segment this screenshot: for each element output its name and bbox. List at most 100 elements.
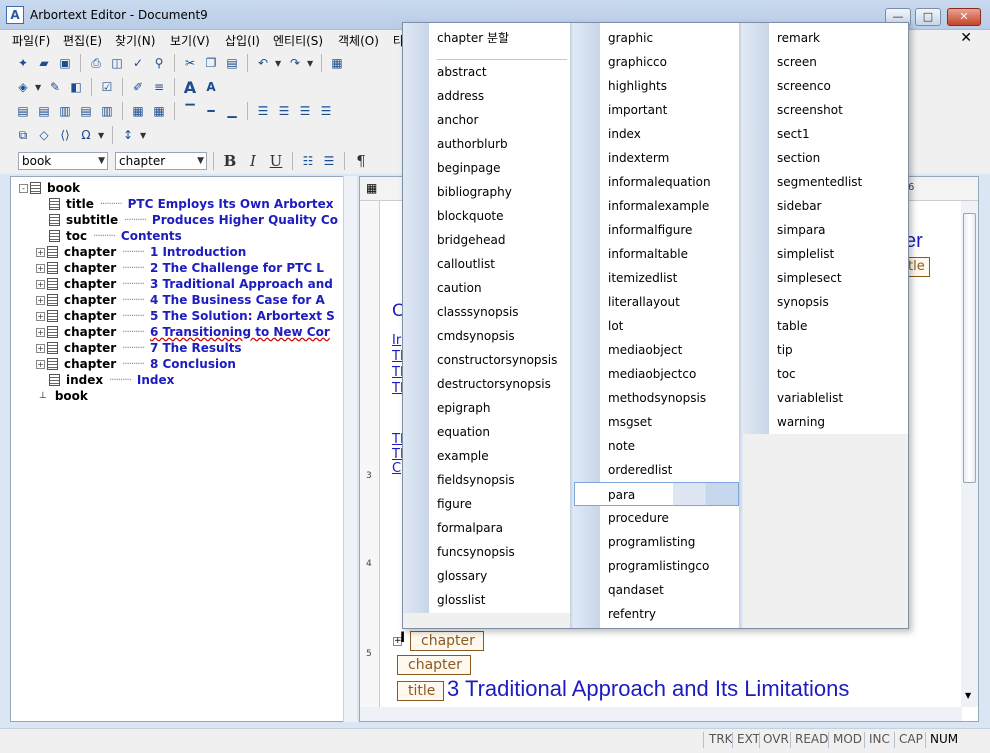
insert-markup-dropdown-icon[interactable]: ▼: [35, 83, 43, 92]
tree-node[interactable]: - book: [19, 180, 80, 196]
popup-item[interactable]: methodsynopsis: [608, 386, 706, 410]
popup-item[interactable]: blockquote: [437, 204, 504, 228]
popup-item[interactable]: synopsis: [777, 290, 829, 314]
markup-view-icon[interactable]: ◇: [35, 126, 53, 144]
popup-item[interactable]: graphicco: [608, 50, 667, 74]
popup-item[interactable]: remark: [777, 26, 820, 50]
valign-middle-icon[interactable]: ━: [202, 102, 220, 120]
scroll-down-arrow-icon[interactable]: ▼: [965, 691, 971, 700]
split-icon[interactable]: ◧: [67, 78, 85, 96]
popup-item[interactable]: bridgehead: [437, 228, 505, 252]
bold-button[interactable]: B: [220, 152, 240, 170]
popup-item[interactable]: indexterm: [608, 146, 669, 170]
tree-node[interactable]: title ·········· PTC Employs Its Own Arb…: [49, 196, 334, 212]
tree-node[interactable]: + chapter ·········· 2 The Challenge for…: [36, 260, 324, 276]
popup-item[interactable]: note: [608, 434, 635, 458]
popup-item[interactable]: address: [437, 84, 484, 108]
close-button[interactable]: ✕: [947, 8, 981, 26]
undo-dropdown-icon[interactable]: ▼: [275, 59, 283, 68]
format-icon[interactable]: ≡: [150, 78, 168, 96]
tree-node[interactable]: + chapter ·········· 4 The Business Case…: [36, 292, 325, 308]
table-delete-row-icon[interactable]: ▤: [77, 102, 95, 120]
popup-item[interactable]: highlights: [608, 74, 667, 98]
tree-expander[interactable]: +: [36, 279, 45, 289]
bulleted-list-icon[interactable]: ☰: [320, 152, 338, 170]
popup-item[interactable]: tip: [777, 338, 793, 362]
popup-item[interactable]: itemizedlist: [608, 266, 677, 290]
popup-item[interactable]: informalexample: [608, 194, 709, 218]
undo-icon[interactable]: ↶: [254, 54, 272, 72]
find-binoculars-icon[interactable]: ⚲: [150, 54, 168, 72]
document-vertical-scrollbar[interactable]: ▼: [961, 201, 978, 707]
popup-item[interactable]: procedure: [608, 506, 669, 530]
table-insert-row-above-icon[interactable]: ▤: [14, 102, 32, 120]
redo-icon[interactable]: ↷: [286, 54, 304, 72]
style-combo[interactable]: book ▼: [18, 152, 108, 170]
table-icon[interactable]: ▦: [328, 54, 346, 72]
popup-item[interactable]: programlistingco: [608, 554, 709, 578]
align-right-icon[interactable]: ☰: [296, 102, 314, 120]
table-delete-col-icon[interactable]: ▥: [98, 102, 116, 120]
popup-item[interactable]: literallayout: [608, 290, 680, 314]
xml-icon[interactable]: ⟨⟩: [56, 126, 74, 144]
tree-node[interactable]: subtitle ·········· Produces Higher Qual…: [49, 212, 338, 228]
align-left-icon[interactable]: ☰: [254, 102, 272, 120]
popup-item[interactable]: epigraph: [437, 396, 490, 420]
popup-item[interactable]: informaltable: [608, 242, 688, 266]
tree-node[interactable]: + chapter ·········· 8 Conclusion: [36, 356, 236, 372]
popup-item[interactable]: toc: [777, 362, 796, 386]
popup-item[interactable]: lot: [608, 314, 623, 338]
valign-bottom-icon[interactable]: ▁: [223, 102, 241, 120]
popup-item[interactable]: programlisting: [608, 530, 695, 554]
chapter-tag[interactable]: chapter: [410, 631, 484, 651]
popup-item[interactable]: constructorsynopsis: [437, 348, 557, 372]
toc-link-fragment[interactable]: C: [392, 461, 401, 476]
tree-node[interactable]: toc ·········· Contents: [49, 228, 182, 244]
cut-icon[interactable]: ✂: [181, 54, 199, 72]
popup-item[interactable]: screenshot: [777, 98, 843, 122]
popup-item[interactable]: refentry: [608, 602, 656, 626]
popup-item[interactable]: informalfigure: [608, 218, 692, 242]
popup-item[interactable]: qandaset: [608, 578, 664, 602]
tree-expander[interactable]: +: [36, 311, 45, 321]
change-markup-icon[interactable]: ✎: [46, 78, 64, 96]
popup-item[interactable]: warning: [777, 410, 825, 434]
valign-top-icon[interactable]: ▔: [181, 102, 199, 120]
toc-link-fragment[interactable]: Ir: [392, 333, 401, 348]
font-decrease-icon[interactable]: A: [202, 78, 220, 96]
popup-item[interactable]: abstract: [437, 60, 487, 84]
title-tag[interactable]: title: [397, 681, 445, 701]
popup-item[interactable]: fieldsynopsis: [437, 468, 515, 492]
new-document-icon[interactable]: ✦: [14, 54, 32, 72]
popup-item[interactable]: calloutlist: [437, 252, 495, 276]
popup-item[interactable]: table: [777, 314, 807, 338]
tree-node[interactable]: ⊥ book: [39, 388, 88, 404]
popup-item[interactable]: bibliography: [437, 180, 512, 204]
element-properties-icon[interactable]: ⧉: [14, 126, 32, 144]
menu-view[interactable]: 보기(V): [170, 32, 210, 49]
italic-button[interactable]: I: [243, 152, 263, 170]
underline-button[interactable]: U: [266, 152, 286, 170]
popup-item[interactable]: variablelist: [777, 386, 843, 410]
menu-object[interactable]: 객체(O): [338, 32, 379, 49]
redo-dropdown-icon[interactable]: ▼: [307, 59, 315, 68]
popup-item[interactable]: classsynopsis: [437, 300, 519, 324]
popup-item[interactable]: orderedlist: [608, 458, 672, 482]
popup-item[interactable]: mediaobject: [608, 338, 682, 362]
popup-item[interactable]: informalequation: [608, 170, 711, 194]
tree-node[interactable]: + chapter ·········· 3 Traditional Appro…: [36, 276, 333, 292]
tree-expander[interactable]: -: [19, 183, 28, 193]
popup-item[interactable]: screenco: [777, 74, 831, 98]
tree-expander[interactable]: +: [36, 295, 45, 305]
popup-item[interactable]: cmdsynopsis: [437, 324, 515, 348]
popup-item[interactable]: beginpage: [437, 156, 501, 180]
print-preview-icon[interactable]: ◫: [108, 54, 126, 72]
table-merge-cells-icon[interactable]: ▦: [129, 102, 147, 120]
popup-item[interactable]: sidebar: [777, 194, 822, 218]
menu-insert[interactable]: 삽입(I): [225, 32, 260, 49]
print-icon[interactable]: ⎙: [87, 54, 105, 72]
popup-item[interactable]: section: [777, 146, 820, 170]
line-spacing-icon[interactable]: ↕: [119, 126, 137, 144]
popup-item[interactable]: figure: [437, 492, 472, 516]
save-icon[interactable]: ▣: [56, 54, 74, 72]
